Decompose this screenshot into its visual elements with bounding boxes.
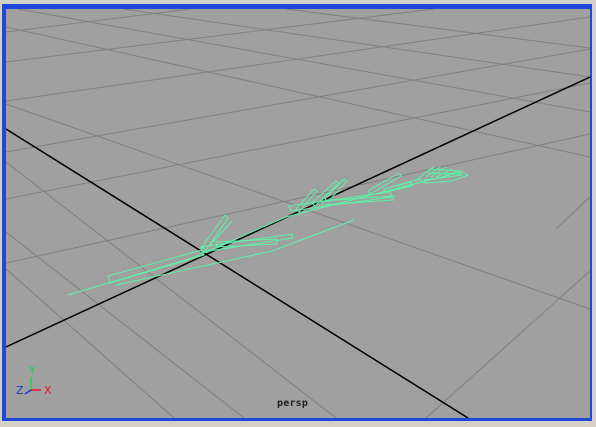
world-x-axis	[6, 76, 590, 348]
gizmo-z-axis-line	[24, 389, 32, 395]
grid-line	[425, 270, 590, 418]
gizmo-y-label: Y	[29, 364, 36, 377]
gizmo-x-label: X	[44, 384, 52, 397]
grid-line	[6, 9, 435, 63]
grid-line	[555, 196, 590, 230]
axis-gizmo: Y X Z	[14, 364, 54, 400]
world-axes	[6, 76, 590, 418]
grid-line	[6, 26, 590, 158]
world-z-axis	[6, 128, 469, 418]
grid-line	[17, 9, 590, 113]
camera-name-label: persp	[277, 398, 309, 409]
grid-line	[285, 9, 590, 49]
gizmo-z-label: Z	[16, 384, 24, 397]
perspective-viewport[interactable]: Y X Z persp	[6, 9, 590, 418]
scene-canvas[interactable]	[6, 9, 590, 418]
grid-line	[6, 133, 590, 264]
grid-line	[6, 9, 191, 33]
grid-line	[6, 161, 337, 418]
grid-line	[123, 9, 590, 78]
wireframe-plant-model[interactable]	[67, 166, 470, 296]
